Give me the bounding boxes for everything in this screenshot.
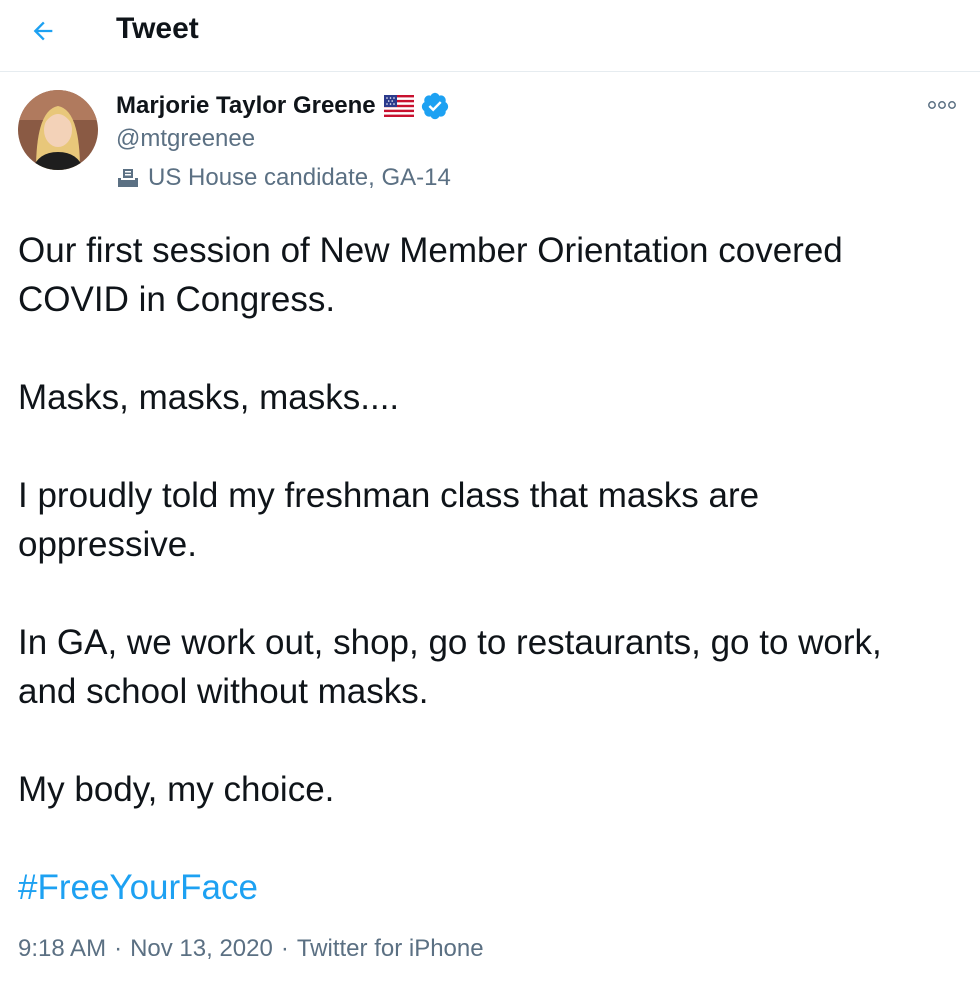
page-header: Tweet (0, 0, 980, 72)
tweet-meta: 9:18 AM · Nov 13, 2020 · Twitter for iPh… (18, 932, 484, 966)
us-flag-icon (383, 95, 414, 117)
page-title: Tweet (116, 12, 199, 45)
arrow-left-icon (33, 21, 53, 41)
tweet-line: Our first session of New Member Orientat… (18, 231, 843, 270)
tweet-date[interactable]: Nov 13, 2020 (130, 932, 273, 966)
tweet-line: and school without masks. (18, 672, 429, 711)
ballot-box-icon (116, 166, 140, 190)
tweet-line: COVID in Congress. (18, 280, 336, 319)
tweet-page: Tweet Marjorie Taylor Greene @mtgreenee … (0, 0, 980, 990)
tweet-line: In GA, we work out, shop, go to restaura… (18, 623, 882, 662)
more-options-button[interactable] (922, 90, 962, 120)
author-handle[interactable]: @mtgreenee (116, 124, 255, 154)
tweet-text: Our first session of New Member Orientat… (18, 226, 958, 912)
candidate-label-row: US House candidate, GA-14 (116, 163, 451, 193)
candidate-label: US House candidate, GA-14 (148, 164, 451, 191)
back-button[interactable] (22, 10, 64, 52)
tweet-line: Masks, masks, masks.... (18, 378, 400, 417)
tweet-source[interactable]: Twitter for iPhone (297, 932, 484, 966)
meta-separator: · (114, 935, 123, 962)
tweet-line: I proudly told my freshman class that ma… (18, 476, 760, 515)
author-name[interactable]: Marjorie Taylor Greene (116, 92, 376, 120)
verified-badge-icon (420, 91, 450, 121)
tweet-line: oppressive. (18, 525, 197, 564)
meta-separator: · (280, 935, 289, 962)
more-options-icon (928, 101, 956, 109)
tweet-time[interactable]: 9:18 AM (18, 932, 106, 966)
hashtag-link[interactable]: #FreeYourFace (18, 868, 258, 907)
avatar[interactable] (18, 90, 98, 170)
tweet-line: My body, my choice. (18, 770, 335, 809)
author-name-row: Marjorie Taylor Greene (116, 90, 450, 122)
